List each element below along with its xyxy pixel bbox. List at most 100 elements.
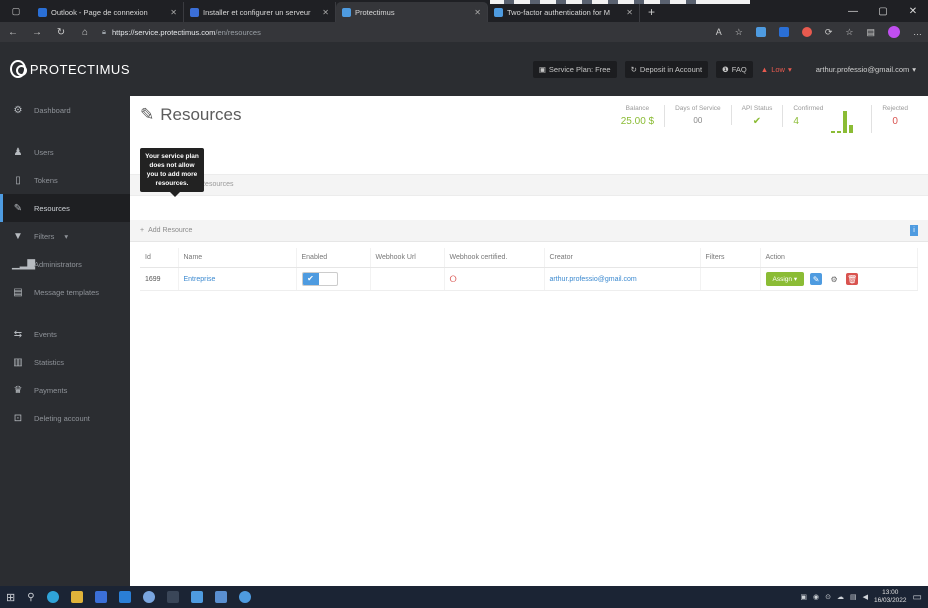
rejected-value: 0 (892, 116, 898, 127)
edge-icon[interactable] (46, 591, 59, 603)
sidebar-item-resources[interactable]: ✎ Resources (0, 194, 130, 222)
forward-icon[interactable]: → (30, 27, 44, 38)
extension-icon[interactable] (755, 27, 766, 37)
column-header-enabled[interactable]: Enabled (296, 248, 371, 268)
column-header-id[interactable]: Id (140, 248, 179, 268)
page-icon (190, 7, 199, 17)
system-tray: ▣ ◉ ⊙ ☁ ▤ ◀ 13:00 16/03/2022 ▭ (800, 589, 922, 605)
maximize-icon[interactable]: ▢ (868, 0, 898, 22)
sidebar-item-label: Payments (34, 385, 68, 395)
service-plan-button[interactable]: ▣ Service Plan: Free (532, 60, 617, 78)
statistics-icon: ▥ (13, 356, 23, 368)
tab-actions-icon[interactable]: ▢ (0, 0, 32, 22)
info-icon[interactable]: i (910, 225, 918, 236)
volume-icon[interactable]: ◀ (863, 593, 868, 601)
notifications-icon[interactable]: ▭ (913, 592, 922, 603)
page-title: ✎ Resources (140, 105, 242, 125)
app-icon[interactable] (190, 591, 203, 603)
close-icon[interactable]: ✕ (170, 8, 177, 17)
sidebar-item-events[interactable]: ⇆ Events (0, 320, 130, 348)
favorites-icon[interactable]: ☆ (845, 27, 853, 38)
read-aloud-icon[interactable]: A (716, 27, 722, 37)
settings-icon[interactable]: ⚙ (828, 273, 840, 285)
file-explorer-icon[interactable] (70, 591, 83, 603)
back-icon[interactable]: ← (6, 27, 20, 38)
close-icon[interactable]: ✕ (474, 8, 481, 17)
close-icon[interactable]: ✕ (626, 8, 633, 17)
user-menu[interactable]: arthur.professio@gmail.com ▾ (816, 65, 916, 74)
vscode-icon[interactable] (118, 591, 131, 603)
sidebar-item-users[interactable]: ♟ Users (0, 138, 130, 166)
resource-name-link[interactable]: Entreprise (184, 276, 216, 283)
edit-icon[interactable]: ✎ (810, 273, 823, 285)
logo[interactable]: PROTECTIMUS (0, 60, 130, 78)
add-resource-button[interactable]: + Add Resource (140, 227, 192, 234)
clock[interactable]: 13:00 16/03/2022 (874, 589, 907, 605)
app-icon[interactable] (214, 591, 227, 603)
sidebar-item-filters[interactable]: ▼ Filters ▾ (0, 222, 130, 250)
network-icon[interactable]: ▤ (850, 593, 857, 601)
sidebar-item-administrators[interactable]: ▁▂▇ Administrators (0, 250, 130, 278)
enabled-toggle[interactable]: ✔ (301, 272, 338, 286)
main-content: ✎ Resources Balance 25.00 $ Days of Serv… (130, 96, 928, 586)
sidebar-item-tokens[interactable]: ▯ Tokens (0, 166, 130, 194)
url-field[interactable]: 🔒︎ https://service.protectimus.com/en/re… (102, 27, 462, 37)
outlook-icon (38, 7, 47, 17)
reload-icon[interactable]: ↻ (54, 27, 68, 38)
new-tab-button[interactable]: + (640, 2, 663, 22)
protectimus-icon[interactable] (238, 591, 251, 603)
sidebar-item-label: Dashboard (34, 105, 71, 115)
deposit-button[interactable]: ↻ Deposit in Account (624, 60, 709, 78)
breadcrumb-resources[interactable]: Resources (200, 181, 233, 188)
sidebar-item-statistics[interactable]: ▥ Statistics (0, 348, 130, 376)
sidebar-item-label: Tokens (34, 175, 58, 185)
chrome-icon[interactable] (142, 591, 155, 603)
sidebar-item-message-templates[interactable]: ▤ Message templates (0, 278, 130, 306)
column-header-creator[interactable]: Creator (544, 248, 701, 268)
sidebar-item-dashboard[interactable]: ⚙ Dashboard (0, 96, 130, 124)
tray-icon[interactable]: ⊙ (825, 593, 831, 601)
extension-icon[interactable] (801, 27, 812, 37)
sidebar-item-payments[interactable]: ♛ Payments (0, 376, 130, 404)
faq-button[interactable]: ❶ FAQ (716, 60, 753, 78)
balance-stat: Balance 25.00 $ (611, 105, 666, 127)
column-header-filters[interactable]: Filters (700, 248, 761, 268)
store-icon[interactable] (94, 591, 107, 603)
tray-icon[interactable]: ▣ (800, 593, 807, 601)
app-icon[interactable] (166, 591, 179, 603)
creator-email-link[interactable]: arthur.professio@gmail.com (550, 276, 637, 283)
refresh-page-icon[interactable]: ⟳ (825, 27, 833, 38)
cloud-icon[interactable]: ☁ (837, 593, 844, 601)
column-header-webhook-certified[interactable]: Webhook certified. (444, 248, 545, 268)
chevron-down-icon: ▾ (64, 231, 69, 241)
browser-tab-1[interactable]: Outlook - Page de connexion ✕ (32, 2, 184, 22)
browser-tab-3[interactable]: Protectimus ✕ (336, 2, 488, 22)
tab-title: Installer et configurer un serveur (203, 7, 311, 17)
tray-icon[interactable]: ◉ (813, 593, 819, 601)
windows-start-icon[interactable]: ⊞ (6, 591, 15, 604)
search-icon[interactable]: ⚲ (27, 592, 34, 603)
more-menu-icon[interactable]: … (913, 27, 922, 37)
home-icon[interactable]: ⌂ (78, 27, 92, 38)
column-header-webhook-url[interactable]: Webhook Url (370, 248, 445, 268)
low-balance-dropdown[interactable]: ▲ Low ▾ (761, 65, 792, 74)
extension-icon[interactable] (778, 27, 789, 37)
minimize-icon[interactable]: — (838, 0, 868, 22)
window-close-icon[interactable]: ✕ (898, 0, 928, 22)
profile-avatar[interactable] (888, 26, 900, 38)
delete-icon[interactable]: 🗑︎ (846, 273, 859, 285)
sidebar-item-deleting-account[interactable]: ⊡ Deleting account (0, 404, 130, 432)
close-icon[interactable]: ✕ (322, 8, 329, 17)
collections-icon[interactable]: ▤ (866, 27, 875, 38)
sidebar-item-label: Users (34, 147, 54, 157)
column-header-action[interactable]: Action (760, 248, 918, 268)
check-icon: ✔ (302, 273, 319, 285)
sidebar-item-label: Resources (34, 203, 70, 213)
browser-tab-2[interactable]: Installer et configurer un serveur ✕ (184, 2, 336, 22)
sidebar-item-label: Deleting account (34, 413, 90, 423)
sidebar: ⚙ Dashboard ♟ Users ▯ Tokens ✎ Resources ▼ Fi… (0, 96, 130, 586)
column-header-name[interactable]: Name (178, 248, 297, 268)
browser-tab-4[interactable]: Two-factor authentication for M ✕ (488, 2, 640, 22)
assign-dropdown-button[interactable]: Assign ▾ (765, 272, 805, 286)
favorites-add-icon[interactable]: ☆ (735, 27, 743, 38)
